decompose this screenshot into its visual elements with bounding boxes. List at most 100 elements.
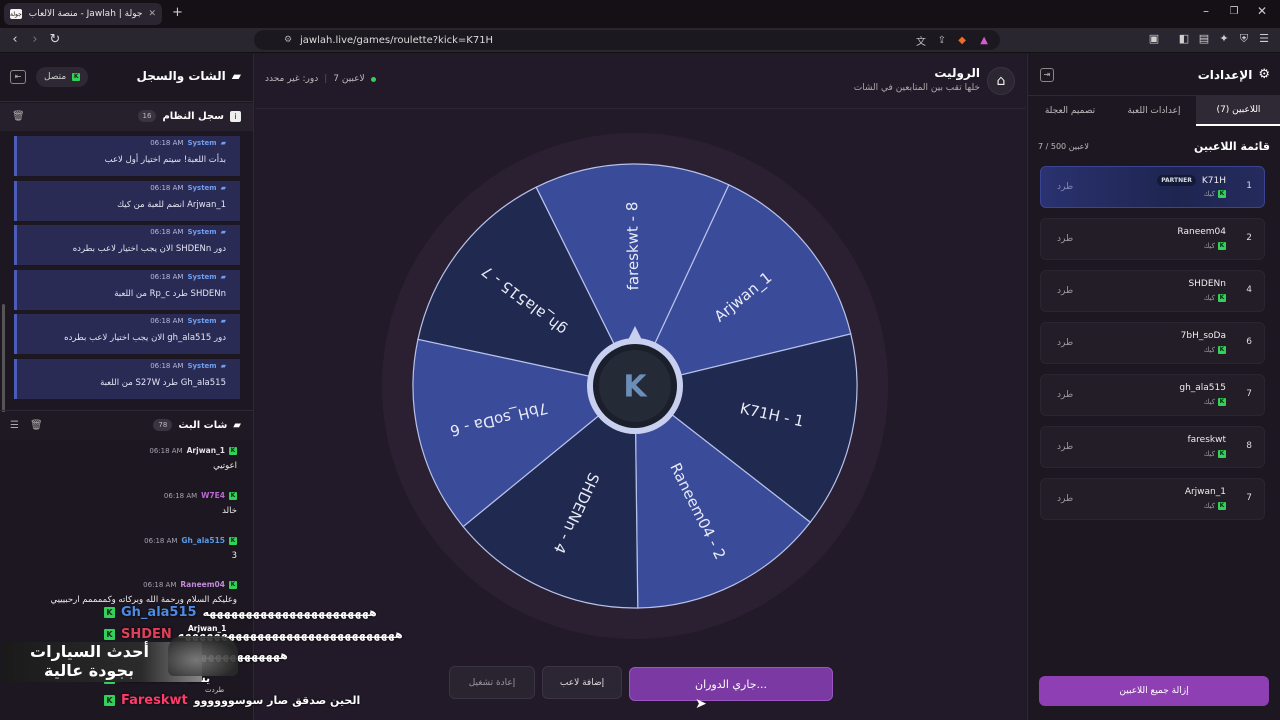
back-icon[interactable]: ‹ [6, 32, 24, 47]
filter-icon[interactable]: ☰ [10, 420, 19, 431]
kick-player-button[interactable]: طرد [1057, 390, 1073, 400]
player-row[interactable]: 1 PARTNER K71H كيك K طرد [1040, 166, 1265, 208]
tab-players[interactable]: اللاعبين (7) [1196, 96, 1280, 126]
entry-meta: 06:18 AM System ▰ [150, 273, 226, 281]
player-row[interactable]: 4 SHDENn كيك K طرد [1040, 270, 1265, 312]
connection-status: متصل K [36, 67, 89, 87]
address-bar[interactable]: ⚙ jawlah.live/games/roulette?kick=K71H 文… [254, 30, 1000, 50]
player-row[interactable]: 7 Arjwan_1 كيك K طرد [1040, 478, 1265, 520]
forward-icon[interactable]: › [26, 32, 44, 47]
brave-rewards-icon[interactable]: ▲ [980, 35, 988, 46]
entry-meta: 06:18 AM System ▰ [150, 228, 226, 236]
chat-username[interactable]: Gh_ala515 [181, 536, 225, 545]
entry-message: دور gh_ala515 الان يجب اختيار لاعب بطرده [64, 333, 226, 343]
sidebar-toggle-icon[interactable]: ▣ [1146, 32, 1162, 45]
kick-player-button[interactable]: طرد [1057, 442, 1073, 452]
chat-text: اعوتيي [213, 461, 237, 471]
clear-chat-icon[interactable]: 🗑 [30, 420, 43, 431]
minimize-icon[interactable]: – [1196, 4, 1216, 18]
player-platform: كيك K [1204, 502, 1226, 510]
home-button[interactable]: ⌂ [987, 67, 1015, 95]
browser-tab[interactable]: جولة جولة | Jawlah - منصة الألعاب التفا … [4, 3, 162, 25]
player-number: 6 [1246, 337, 1252, 347]
chat-message: 06:18 AM Gh_ala515 K 3 [17, 536, 237, 561]
kick-player-button[interactable]: طرد [1057, 234, 1073, 244]
chat-log-panel: ⇤ متصل K الشات والسجل ▰ 🗑 16 سجل النظام … [0, 54, 254, 720]
overlay-text: هههههههههههههههههههههههه [202, 606, 377, 619]
settings-title: الإعدادات [1197, 67, 1253, 82]
player-name-wrap: gh_ala515 [1179, 383, 1226, 393]
player-name-wrap: Raneem04 [1177, 227, 1226, 237]
entry-time: 06:18 AM [150, 317, 184, 325]
system-badge-icon: ▰ [220, 183, 226, 192]
kick-logo-icon: K [229, 491, 237, 500]
tab-close-icon[interactable]: ✕ [148, 9, 156, 19]
status-text: متصل [44, 72, 67, 82]
reload-icon[interactable]: ↻ [46, 32, 64, 47]
remove-all-players-button[interactable]: إزالة جميع اللاعبين [1039, 676, 1269, 706]
roulette-wheel[interactable]: Arjwan_1K71H - 1Raneem04 - 2SHDENn - 47b… [380, 131, 890, 641]
platform-name: كيك [1203, 190, 1215, 198]
chat-time: 06:18 AM [144, 536, 178, 545]
entry-message: SHDENn طرد Rp_c من اللعبة [114, 288, 226, 299]
maximize-icon[interactable]: ❐ [1224, 6, 1244, 17]
menu-icon[interactable]: ☰ [1256, 32, 1272, 45]
player-row[interactable]: 2 Raneem04 كيك K طرد [1040, 218, 1265, 260]
kick-logo-icon: K [104, 607, 115, 618]
add-player-button[interactable]: إضافة لاعب [542, 666, 622, 699]
new-tab-button[interactable]: + [172, 5, 183, 20]
collapse-left-panel-icon[interactable]: ⇤ [10, 70, 26, 84]
spinning-button[interactable]: جاري الدوران... [629, 667, 833, 701]
chat-panel-header: الشات والسجل ▰ [137, 69, 241, 83]
brave-shield-icon[interactable]: ◆ [958, 35, 966, 46]
player-row[interactable]: 6 7bH_soDa كيك K طرد [1040, 322, 1265, 364]
restart-button[interactable]: إعادة تشغيل [449, 666, 535, 699]
tab-game-design[interactable]: تصميم العجلة [1028, 96, 1112, 126]
platform-name: كيك [1203, 450, 1215, 458]
player-name-wrap: PARTNER K71H [1157, 175, 1226, 186]
chat-username[interactable]: Raneem04 [180, 580, 225, 589]
collapse-right-panel-icon[interactable]: ⇥ [1040, 68, 1054, 82]
translate-icon[interactable]: 文 [916, 33, 926, 48]
player-row[interactable]: 8 fareskwt كيك K طرد [1040, 426, 1265, 468]
kick-logo-icon: K [104, 629, 115, 640]
kick-player-button[interactable]: طرد [1057, 338, 1073, 348]
player-number: 1 [1246, 181, 1252, 191]
players-list-count: 7 / 500 لاعبين [1038, 142, 1089, 151]
entry-time: 06:18 AM [150, 183, 184, 192]
platform-name: كيك [1203, 502, 1215, 510]
player-name: K71H [1201, 175, 1226, 186]
share-icon[interactable]: ⇪ [938, 35, 946, 46]
tab-game-settings[interactable]: إعدادات اللعبة [1112, 96, 1196, 126]
vpn-icon[interactable]: ⛨ [1236, 32, 1252, 46]
entry-time: 06:18 AM [150, 361, 184, 370]
info-icon: i [230, 110, 241, 122]
chat-message: 06:18 AM W7E4 K خالد [17, 491, 237, 516]
overlay-username: Fareskwt [121, 693, 188, 708]
chat-username[interactable]: W7E4 [201, 491, 225, 500]
close-window-icon[interactable]: ✕ [1252, 4, 1272, 18]
site-info-icon[interactable]: ⚙ [284, 35, 292, 45]
trash-icon[interactable]: 🗑 [12, 111, 25, 122]
system-badge-icon: ▰ [220, 361, 226, 370]
overlay-username: Gh_ala515 [121, 605, 197, 620]
panel-icon[interactable]: ◧ [1176, 32, 1192, 45]
entry-message: بدأت اللعبة! سيتم اختيار أول لاعب [104, 155, 226, 165]
system-badge-icon: ▰ [220, 317, 226, 325]
url-text: jawlah.live/games/roulette?kick=K71H [300, 34, 494, 46]
entry-sender: System [187, 139, 217, 147]
players-list-title: قائمة اللاعبين [1194, 140, 1270, 153]
leo-ai-icon[interactable]: ✦ [1216, 32, 1232, 45]
kick-player-button[interactable]: طرد [1057, 494, 1073, 504]
stream-chat-title: شات البث [178, 419, 228, 431]
system-log-entry: 06:18 AM System ▰ دور SHDENn الان يجب اختيا… [14, 225, 240, 265]
entry-sender: System [187, 272, 217, 281]
chat-text: 3 [231, 551, 237, 561]
player-row[interactable]: 7 gh_ala515 كيك K طرد [1040, 374, 1265, 416]
kick-player-button[interactable]: طرد [1057, 182, 1073, 192]
chat-text: خالد [222, 506, 237, 516]
wallet-icon[interactable]: ▤ [1196, 32, 1212, 45]
scrollbar[interactable] [2, 304, 5, 414]
kick-player-button[interactable]: طرد [1057, 286, 1073, 296]
chat-username[interactable]: Arjwan_1 [187, 446, 225, 455]
